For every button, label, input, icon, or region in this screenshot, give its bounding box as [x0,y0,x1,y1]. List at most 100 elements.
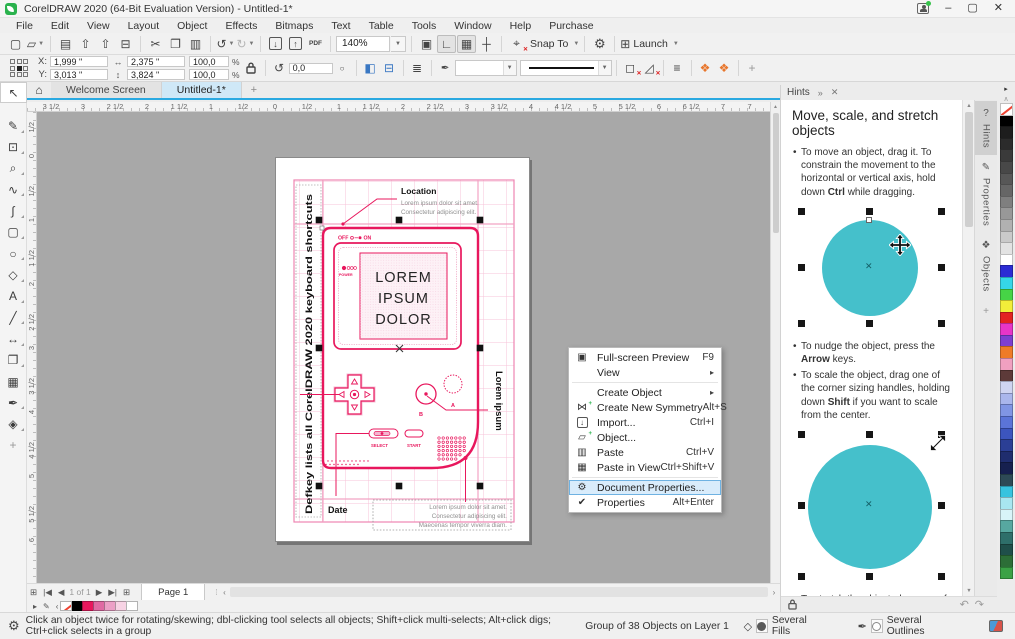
snap-off-button[interactable]: ⌖ [507,35,528,53]
doc-palette-eyedropper-icon[interactable]: ✎ [40,602,53,611]
outline-indicator[interactable]: ✒ Several Outlines [858,615,949,637]
scrollbar-thumb[interactable] [772,113,779,233]
menu-item-paste-in-view[interactable]: ▦ Paste in View Ctrl+Shift+V [569,460,721,475]
menu-item-view[interactable]: View ▸ [569,365,721,380]
open-from-cloud-button[interactable]: ⇧ [96,35,115,53]
docker-tab-hints[interactable]: ? Hints [975,101,997,156]
canvas-horizontal-scrollbar[interactable]: ⁞ ‹ › [215,586,780,598]
sign-in-icon[interactable] [917,1,932,14]
outline-width-combo[interactable]: ▼ [454,60,517,76]
import-button[interactable]: ↓ [266,35,285,53]
line-style-combo[interactable]: ▼ [519,60,612,76]
eyedropper-tool[interactable]: ✒ [0,392,27,413]
status-options-icon[interactable]: ⚙ [8,618,20,634]
docker-tab-objects[interactable]: ❖ Objects [975,233,997,299]
mirror-vertical-button[interactable]: ⊟ [380,59,399,77]
horizontal-ruler[interactable]: 3 1/2 3 2 1/2 2 1 1/2 1 1/2 0 1/2 1 1 1/2 2 2 1/2 3 3 … [27,102,770,112]
doc-palette-flyout-icon[interactable]: ▸ [30,602,40,611]
snap-to-dropdown[interactable]: Snap To ▼ [527,35,579,53]
menu-item[interactable]: Layout [119,20,169,32]
undo-button[interactable]: ↺ ▼ [216,35,235,53]
dimension-tool[interactable]: ↔ [0,328,27,349]
menu-item-fullscreen-preview[interactable]: ▣ Full-screen Preview F9 [569,350,721,365]
first-page-button[interactable]: |◀ [40,587,55,598]
add-page-button[interactable]: ⊞ [27,587,40,598]
launch-button[interactable]: ⊞ Launch ▼ [620,35,678,53]
artistic-media-tool[interactable]: ∫ [0,200,27,221]
zoom-level-input[interactable]: 140% [336,35,390,52]
menu-item[interactable]: Purchase [540,20,602,32]
add-page-button[interactable]: ⊞ [120,587,133,598]
menu-item[interactable]: Effects [216,20,266,32]
options-button[interactable]: ⚙ [590,35,609,53]
no-color-swatch[interactable] [60,601,73,611]
paste-button[interactable]: ▥ [186,35,205,53]
scale-y-field[interactable]: 100,0 [189,69,229,80]
freehand-tool[interactable]: ∿ [0,179,27,200]
menu-item[interactable]: Bitmaps [266,20,322,32]
interactive-fill-tool[interactable]: ◈ [0,413,27,434]
clear-transformations-button[interactable]: ◻ [621,59,641,77]
menu-item-import[interactable]: ↓ Import... Ctrl+I [569,415,721,430]
show-rulers-toggle[interactable]: ∟ [437,34,456,53]
menu-item-create-object[interactable]: Create Object ▸ [569,385,721,400]
wrap-text-button[interactable]: ≣ [408,59,427,77]
show-guidelines-toggle[interactable]: ┼ [477,35,496,53]
redo-icon[interactable]: ↷ [975,599,990,611]
customize-toolbox-button[interactable]: + [0,435,27,456]
menu-item-document-properties[interactable]: ⚙ Document Properties... [569,480,721,495]
shadow-tool[interactable]: ❐ [0,350,27,371]
palette-swatch[interactable] [999,566,1013,580]
scroll-left-icon[interactable]: ‹ [218,588,230,597]
customize-toolbar-button[interactable]: + [743,59,762,77]
document-page[interactable]: Defkey lists all CorelDRAW 2020 keyboard… [275,157,530,542]
docker-tab-add[interactable]: + [975,299,997,324]
minimize-button[interactable]: – [945,3,951,14]
menu-item[interactable]: Edit [42,20,78,32]
menu-item[interactable]: Help [501,20,541,32]
menu-item-paste[interactable]: ▥ Paste Ctrl+V [569,445,721,460]
object-height-field[interactable]: 3,824 " [127,69,185,80]
home-icon[interactable]: ⌂ [27,82,51,98]
new-document-tab-button[interactable]: + [242,82,266,98]
copy-button[interactable]: ❐ [166,35,185,53]
no-color-swatch[interactable] [999,103,1013,116]
palette-flyout-icon[interactable]: ▸ [1004,85,1008,95]
docker-collapse-icon[interactable]: » [818,88,823,98]
menu-item[interactable]: Text [322,20,359,32]
fill-indicator[interactable]: ◇ Several Fills [744,615,818,637]
undo-icon[interactable]: ↶ [960,599,975,611]
page-1-tab[interactable]: Page 1 [141,584,206,600]
menu-item[interactable]: Object [168,20,216,32]
tab-untitled-1[interactable]: Untitled-1* [161,82,242,98]
menu-item-properties[interactable]: ✔ Properties Alt+Enter [569,495,721,510]
scrollbar-thumb[interactable] [965,112,973,227]
save-to-cloud-button[interactable]: ⇧ [76,35,95,53]
y-position-field[interactable]: 3,013 " [50,69,108,80]
object-origin-selector[interactable] [10,59,28,77]
pick-tool[interactable]: ↖ [0,82,27,104]
cut-button[interactable]: ✂ [146,35,165,53]
close-button[interactable]: ✕ [994,3,1003,14]
to-back-button[interactable]: ❖ [715,59,734,77]
menu-item-create-new-symmetry[interactable]: ⋈ + Create New Symmetry Alt+S [569,400,727,415]
tab-welcome-screen[interactable]: Welcome Screen [51,82,162,98]
connector-tool[interactable]: ╱ [0,307,27,328]
object-list-button[interactable]: ≡ [668,59,687,77]
lock-ratio-button[interactable] [242,59,261,77]
menu-item[interactable]: Window [445,20,500,32]
crop-tool[interactable]: ⊡ [0,137,27,158]
open-button[interactable]: ▱ ▼ [26,35,45,53]
zoom-level-dropdown[interactable]: ▼ [391,35,406,52]
docker-close-icon[interactable]: ✕ [831,87,839,98]
zoom-tool[interactable]: ⌕ [0,158,27,179]
drawing-canvas[interactable]: Defkey lists all CorelDRAW 2020 keyboard… [37,112,770,583]
print-button[interactable]: ⊟ [116,35,135,53]
publish-pdf-button[interactable]: PDF [306,35,325,53]
new-document-button[interactable]: ▢ [6,35,25,53]
ellipse-tool[interactable]: ○ [0,243,27,264]
redo-button[interactable]: ↻ ▼ [236,35,255,53]
menu-item-object[interactable]: ▱ + Object... [569,430,721,445]
x-position-field[interactable]: 1,999 " [50,56,108,67]
clear-outline-button[interactable]: ◿ [640,59,660,77]
